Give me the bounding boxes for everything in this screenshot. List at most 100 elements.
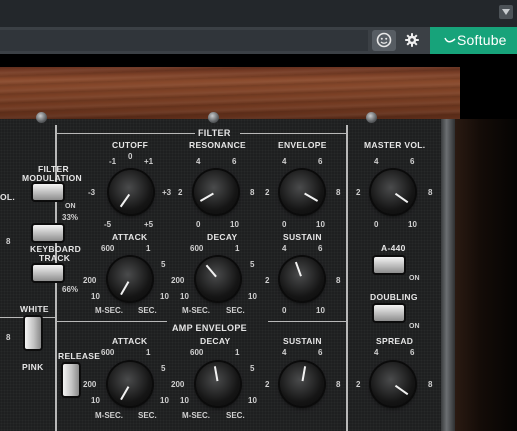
master-volume-scale: 4: [374, 157, 379, 166]
amp-decay-scale: 1: [235, 348, 240, 357]
filter-decay-label: DECAY: [207, 232, 238, 242]
softube-logo-icon: [444, 37, 456, 43]
filter-decay-scale: 200: [171, 276, 185, 285]
scale-number: 8: [6, 237, 11, 246]
filter-decay-scale: 5: [250, 260, 255, 269]
keyboard-track-66-label: 66%: [62, 285, 79, 294]
envelope-scale: 10: [316, 220, 325, 229]
keyboard-track-33-label: 33%: [62, 213, 79, 222]
section-divider: [346, 125, 348, 431]
spread-knob[interactable]: [366, 357, 420, 411]
filter-attack-scale: 600: [101, 244, 115, 253]
filter-sustain-scale: 0: [282, 306, 287, 315]
resonance-scale: 6: [232, 157, 237, 166]
spread-scale: 8: [428, 380, 433, 389]
resonance-knob[interactable]: [189, 165, 243, 219]
filter-decay-unit-sec: SEC.: [226, 306, 245, 315]
filter-sustain-knob[interactable]: [275, 252, 329, 306]
amp-sustain-scale: 6: [318, 348, 323, 357]
resonance-scale: 4: [196, 157, 201, 166]
keyboard-track-switch-1[interactable]: [33, 225, 63, 241]
master-volume-scale: 0: [374, 220, 379, 229]
filter-sustain-scale: 8: [336, 276, 341, 285]
brand-name: Softube: [457, 32, 507, 48]
envelope-label: ENVELOPE: [278, 140, 327, 150]
cutoff-scale: -5: [104, 220, 112, 229]
scale-number: 8: [6, 333, 11, 342]
filter-attack-scale: 200: [83, 276, 97, 285]
filter-decay-scale: 600: [190, 244, 204, 253]
amp-header-line: [55, 321, 167, 322]
resonance-scale: 10: [230, 220, 239, 229]
a440-switch[interactable]: [374, 257, 404, 273]
amp-decay-scale: 10: [248, 396, 257, 405]
noise-white-label: WHITE: [20, 304, 49, 314]
chevron-down-icon[interactable]: [499, 5, 513, 19]
envelope-scale: 8: [336, 188, 341, 197]
filter-attack-scale: 10: [91, 292, 100, 301]
side-shadow: [455, 119, 517, 431]
master-volume-scale: 8: [428, 188, 433, 197]
filter-attack-scale: 10: [160, 292, 169, 301]
keyboard-track-label-2: TRACK: [39, 253, 71, 263]
screw: [36, 112, 47, 123]
filter-modulation-on-label: ON: [65, 203, 76, 210]
cutoff-scale: -3: [88, 188, 96, 197]
amp-attack-unit-sec: SEC.: [138, 411, 157, 420]
amp-sustain-knob[interactable]: [275, 357, 329, 411]
filter-decay-knob[interactable]: [191, 252, 245, 306]
keyboard-track-switch-2[interactable]: [33, 265, 63, 281]
wood-grain: [0, 67, 460, 119]
filter-modulation-switch[interactable]: [33, 184, 63, 200]
a440-on-label: ON: [409, 275, 420, 282]
amp-header-line: [268, 321, 346, 322]
filter-attack-knob[interactable]: [103, 252, 157, 306]
amp-attack-scale: 200: [83, 380, 97, 389]
release-switch[interactable]: [63, 364, 79, 396]
resonance-label: RESONANCE: [189, 140, 247, 150]
spread-scale: 4: [374, 348, 379, 357]
amp-decay-scale: 600: [190, 348, 204, 357]
gear-icon[interactable]: [400, 30, 424, 51]
softube-brand-button[interactable]: Softube: [430, 27, 517, 54]
amp-decay-scale: 5: [250, 364, 255, 373]
amp-attack-scale: 1: [146, 348, 151, 357]
filter-attack-scale: 1: [146, 244, 151, 253]
amp-decay-scale: 200: [171, 380, 185, 389]
cutoff-scale: 0: [128, 152, 133, 161]
amp-attack-label: ATTACK: [112, 336, 148, 346]
amp-decay-unit-msec: M-SEC.: [182, 411, 210, 420]
panel-edge-strip: [441, 119, 455, 431]
amp-decay-knob[interactable]: [191, 357, 245, 411]
release-label: RELEASE: [58, 351, 101, 361]
cutoff-scale: +1: [144, 157, 154, 166]
amp-attack-scale: 10: [160, 396, 169, 405]
filter-attack-label: ATTACK: [112, 232, 148, 242]
envelope-knob[interactable]: [275, 165, 329, 219]
amp-envelope-section-title: AMP ENVELOPE: [172, 323, 247, 333]
preset-bar[interactable]: [0, 30, 368, 51]
face-icon[interactable]: [372, 30, 396, 51]
noise-color-switch[interactable]: [25, 317, 41, 349]
master-volume-label: MASTER VOL.: [364, 140, 426, 150]
filter-attack-unit-sec: SEC.: [138, 306, 157, 315]
resonance-scale: 2: [178, 188, 183, 197]
volume-label-partial: OL.: [0, 192, 16, 202]
cutoff-label: CUTOFF: [112, 140, 149, 150]
filter-decay-scale: 1: [235, 244, 240, 253]
amp-attack-scale: 10: [91, 396, 100, 405]
filter-section-title: FILTER: [198, 128, 231, 138]
amp-attack-knob[interactable]: [103, 357, 157, 411]
master-volume-knob[interactable]: [366, 165, 420, 219]
filter-sustain-scale: 10: [316, 306, 325, 315]
amp-sustain-scale: 8: [336, 380, 341, 389]
filter-decay-unit-msec: M-SEC.: [182, 306, 210, 315]
resonance-scale: 8: [250, 188, 255, 197]
amp-attack-unit-msec: M-SEC.: [95, 411, 123, 420]
screw: [366, 112, 377, 123]
envelope-scale: 0: [282, 220, 287, 229]
cutoff-knob[interactable]: [104, 165, 158, 219]
a440-label: A-440: [381, 243, 406, 253]
cutoff-scale: +5: [144, 220, 154, 229]
doubling-switch[interactable]: [374, 305, 404, 321]
